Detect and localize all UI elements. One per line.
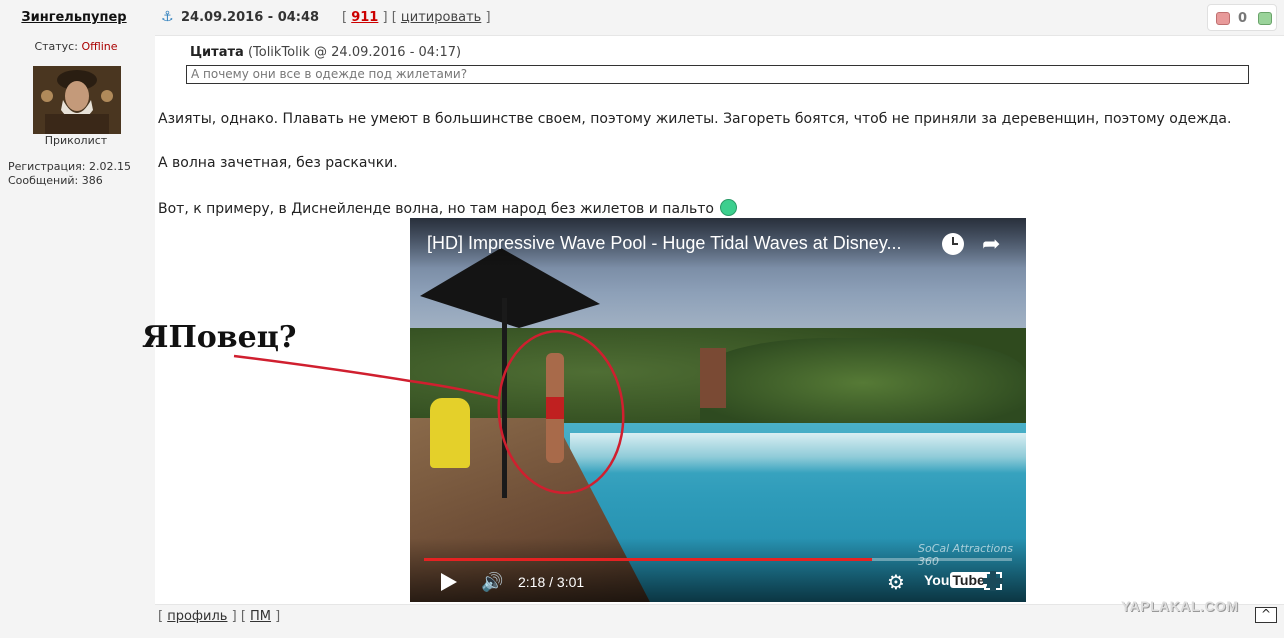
annotation-label: ЯПовец?	[142, 320, 297, 355]
annotation-pointer-line	[233, 354, 499, 400]
site-watermark: YAPLAKAL.COM	[1121, 598, 1239, 614]
scroll-to-top-button[interactable]: ^	[1255, 607, 1277, 623]
post-footer-links: [ профиль ] [ ПМ ]	[158, 609, 281, 624]
pm-link[interactable]: ПМ	[250, 609, 271, 624]
annotation-overlay	[233, 329, 625, 495]
annotation-circle	[497, 329, 625, 495]
profile-link[interactable]: профиль	[167, 609, 227, 624]
